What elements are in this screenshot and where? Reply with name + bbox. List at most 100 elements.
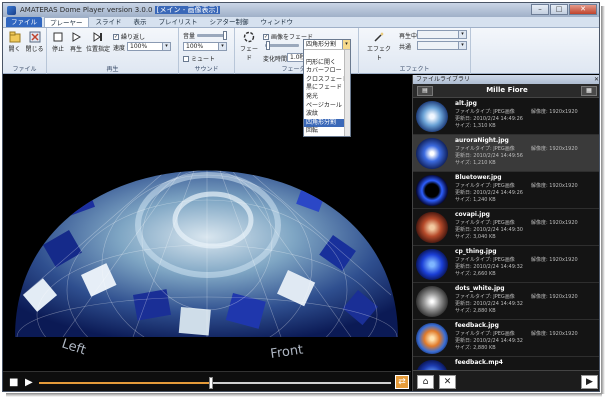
tab-theater-control[interactable]: シアター制御 — [205, 17, 254, 27]
position-button[interactable]: 位置指定 — [86, 31, 110, 53]
thumbnail — [416, 323, 448, 354]
list-item[interactable]: cp_thing.jpg ファイルタイプ: JPEG画像 更新日: 2010/2… — [413, 246, 599, 283]
file-type: ファイルタイプ: JPEG画像 — [455, 257, 515, 263]
close-icon[interactable]: ✕ — [594, 75, 599, 84]
volume-value: 100% — [186, 43, 204, 50]
fade-on-change-check-icon: ✓ — [263, 33, 269, 40]
file-size: サイズ: 1,210 KB — [455, 160, 496, 166]
loop-button[interactable]: ⇄ — [395, 375, 409, 389]
add-to-playlist-button[interactable]: ⌂ — [417, 375, 434, 389]
file-menu[interactable]: ファイル — [6, 17, 42, 27]
change-time-label: 変化時間 — [263, 56, 288, 63]
close-file-button[interactable]: 閉じる — [25, 31, 44, 53]
dome-label-front: Front — [269, 343, 304, 362]
file-updated: 更新日: 2010/2/24 14:49:32 — [455, 264, 523, 270]
file-name: cp_thing.jpg — [455, 248, 497, 255]
minimize-button[interactable]: – — [531, 4, 549, 15]
seek-bar[interactable] — [39, 377, 391, 389]
effect-button[interactable]: エフェクト — [365, 31, 393, 62]
fade-slider[interactable] — [265, 44, 299, 47]
chevron-down-icon: ▾ — [458, 42, 466, 49]
common-effect-label: 共通 — [399, 44, 412, 51]
effect-label: エフェクト — [366, 46, 391, 62]
play-icon[interactable]: ▶ — [25, 377, 33, 388]
play-group-label: 再生 — [106, 66, 119, 73]
dropdown-scrollbar[interactable] — [344, 50, 350, 136]
thumbnail — [416, 249, 448, 280]
grid-view-button[interactable]: ▦ — [581, 86, 597, 96]
file-resolution: 解像度: 1920x1920 — [531, 294, 578, 300]
stop-icon[interactable]: ■ — [9, 377, 18, 388]
list-item[interactable]: dots_white.jpg ファイルタイプ: JPEG画像 更新日: 2010… — [413, 283, 599, 320]
effect-dropdown[interactable]: 四角形分割 ▾ 円形に開く カバーフロー クロスフェード 黒にフェード 発光 ペ… — [303, 39, 351, 137]
file-size: サイズ: 2,880 KB — [455, 308, 496, 314]
tab-slide[interactable]: スライド — [91, 17, 127, 27]
file-size: サイズ: 1,310 KB — [455, 123, 496, 129]
file-updated: 更新日: 2010/2/24 14:49:32 — [455, 301, 523, 307]
file-type: ファイルタイプ: JPEG画像 — [455, 331, 515, 337]
effect-dropdown-selected[interactable]: 四角形分割 ▾ — [304, 40, 350, 50]
file-size: サイズ: 1,240 KB — [455, 197, 496, 203]
file-updated: 更新日: 2010/2/24 14:49:32 — [455, 338, 523, 344]
skip-to-position-icon — [93, 32, 102, 42]
volume-row: 音量 — [183, 31, 195, 40]
seek-thumb[interactable] — [209, 377, 214, 389]
maximize-button[interactable]: □ — [550, 4, 568, 15]
file-library-panel: ファイルライブラリ ✕ ▤ Mille Fiore ▦ alt.jpg ファイル… — [412, 75, 599, 391]
speed-value: 100% — [130, 43, 148, 50]
volume-select[interactable]: 100% ▾ — [183, 42, 227, 51]
speed-select[interactable]: 100% ▾ — [127, 42, 171, 51]
window-shadow-bottom — [6, 393, 602, 397]
play-group: 停止 再生 位置指定 ✓ 繰り返し 速度 100% ▾ 再生 — [47, 28, 179, 74]
library-titlebar: ファイルライブラリ ✕ — [413, 75, 599, 84]
common-effect-select[interactable]: ▾ — [417, 41, 467, 50]
list-item[interactable]: feedback.jpg ファイルタイプ: JPEG画像 更新日: 2010/2… — [413, 320, 599, 357]
file-group: 開く 閉じる ファイル — [3, 28, 47, 74]
change-time-row: 変化時間 — [263, 54, 287, 63]
speed-label: 速度 — [113, 45, 126, 52]
library-play-button[interactable]: ▶ — [581, 375, 598, 389]
thumbnail — [416, 212, 448, 243]
fade-icon — [243, 31, 255, 43]
playing-effect-select[interactable]: ▾ — [417, 30, 467, 39]
close-button[interactable]: ✕ — [569, 4, 597, 15]
folder-name: Mille Fiore — [486, 86, 528, 94]
tab-window[interactable]: ウィンドウ — [256, 17, 299, 27]
repeat-checkbox[interactable]: ✓ 繰り返し — [113, 32, 145, 41]
tab-view[interactable]: 表示 — [129, 17, 152, 27]
close-file-icon — [29, 31, 40, 43]
fade-button[interactable]: フェード — [238, 31, 260, 62]
mute-label: ミュート — [191, 56, 216, 63]
remove-button[interactable]: ✕ — [439, 375, 456, 389]
magic-wand-icon — [374, 32, 384, 42]
tab-player[interactable]: プレーヤー — [44, 17, 89, 27]
chevron-down-icon: ▾ — [458, 31, 466, 38]
mute-check-icon — [183, 55, 189, 62]
playing-effect-row: 再生中 — [399, 31, 417, 40]
mute-checkbox[interactable]: ミュート — [183, 54, 215, 63]
file-updated: 更新日: 2010/2/24 14:49:26 — [455, 190, 523, 196]
open-button[interactable]: 開く — [6, 31, 23, 53]
dome-label-left: Left — [60, 337, 88, 359]
play-button[interactable]: 再生 — [68, 31, 84, 53]
volume-slider-thumb[interactable] — [223, 31, 227, 40]
tab-playlist[interactable]: プレイリスト — [154, 17, 203, 27]
thumbnail — [416, 286, 448, 317]
file-name: feedback.jpg — [455, 322, 499, 329]
common-effect-row: 共通 — [399, 42, 411, 51]
file-name: feedback.mp4 — [455, 359, 503, 366]
thumbnail — [416, 101, 448, 132]
file-resolution: 解像度: 1920x1920 — [531, 146, 578, 152]
seek-progress — [39, 382, 212, 384]
thumbnail — [416, 175, 448, 206]
list-item[interactable]: feedback.mp4 — [413, 357, 599, 370]
fade-slider-thumb[interactable] — [266, 41, 270, 50]
list-item[interactable]: alt.jpg ファイルタイプ: JPEG画像 更新日: 2010/2/24 1… — [413, 98, 599, 135]
list-item-selected[interactable]: auroraNight.jpg ファイルタイプ: JPEG画像 更新日: 201… — [413, 135, 599, 172]
list-item[interactable]: covapi.jpg ファイルタイプ: JPEG画像 更新日: 2010/2/2… — [413, 209, 599, 246]
file-type: ファイルタイプ: JPEG画像 — [455, 183, 515, 189]
thumbnail — [416, 360, 448, 370]
stop-button[interactable]: 停止 — [50, 31, 66, 53]
list-item[interactable]: Bluetower.jpg ファイルタイプ: JPEG画像 更新日: 2010/… — [413, 172, 599, 209]
chevron-down-icon: ▾ — [342, 40, 350, 49]
